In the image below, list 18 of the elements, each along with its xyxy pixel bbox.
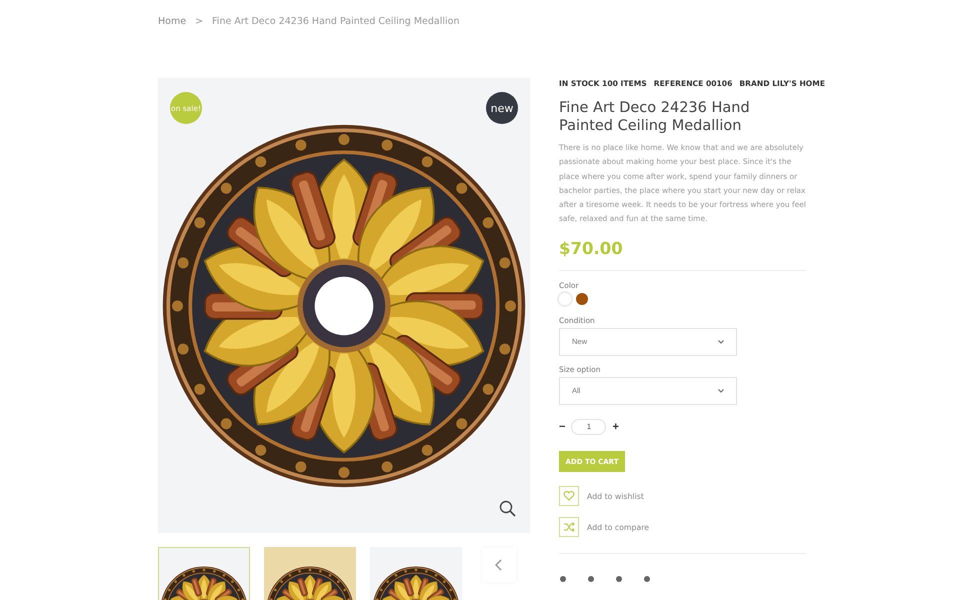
decrease-button[interactable]: −: [559, 420, 566, 433]
thumbnail-photo[interactable]: [158, 547, 250, 600]
breadcrumb-current: Fine Art Deco 24236 Hand Painted Ceiling Medallion: [212, 16, 460, 27]
new-badge: new: [486, 92, 518, 124]
thumbnail-photo[interactable]: [370, 547, 462, 600]
heart-icon: [563, 490, 575, 502]
caret-icon: [718, 388, 724, 393]
thumbnail-photo[interactable]: [264, 547, 356, 600]
shuffle-icon: [563, 521, 575, 534]
product-title: Fine Art Deco 24236 Hand Painted Ceiling Medallion: [559, 99, 751, 135]
chevron-left-icon: [495, 559, 503, 571]
caret-icon: [718, 340, 724, 344]
breadcrumb-link[interactable]: Home: [158, 16, 186, 27]
product-price: $70.00: [559, 238, 624, 258]
zoom-search-icon[interactable]: [499, 500, 516, 517]
increase-button[interactable]: +: [612, 420, 619, 433]
breadcrumb-separator: >: [195, 16, 204, 27]
color-swatch[interactable]: [576, 292, 588, 305]
